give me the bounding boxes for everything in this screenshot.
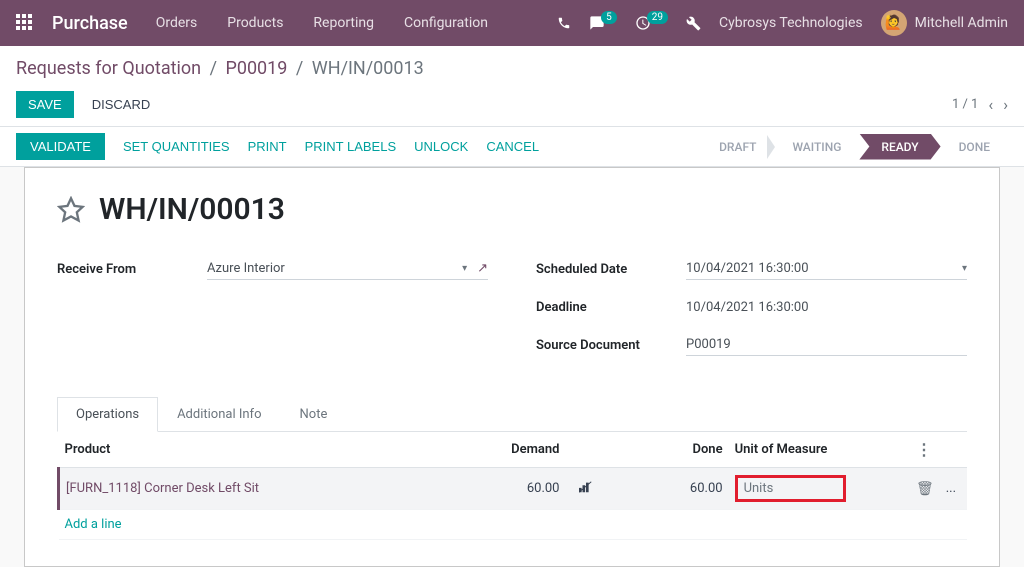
row-more[interactable]: ... [946,481,956,496]
col-demand: Demand [439,432,566,468]
menu-reporting[interactable]: Reporting [313,15,374,31]
set-quantities-button[interactable]: SET QUANTITIES [123,139,230,154]
status-draft[interactable]: DRAFT [701,134,774,160]
messages-icon[interactable]: 5 [589,15,617,31]
operations-table: Product Demand Done Unit of Measure ⋮ [F… [57,432,967,540]
add-line-button[interactable]: Add a line [59,510,968,540]
receive-from-field[interactable]: Azure Interior ▾ ↗ [207,258,488,280]
company-name[interactable]: Cybrosys Technologies [719,15,863,31]
print-button[interactable]: PRINT [248,139,287,154]
navbar-right: 5 29 Cybrosys Technologies 🙋 Mitchell Ad… [557,10,1008,36]
done-cell[interactable]: 60.00 [602,468,729,510]
deadline-value: 10/04/2021 16:30:00 [686,297,967,318]
source-doc-field[interactable]: P00019 [686,334,967,356]
messages-badge: 5 [601,11,617,24]
activities-badge: 29 [647,11,668,24]
col-uom: Unit of Measure [729,432,910,468]
main-menu: Orders Products Reporting Configuration [156,15,488,31]
app-brand[interactable]: Purchase [52,13,128,34]
breadcrumb-po[interactable]: P00019 [225,58,287,79]
external-link-icon[interactable]: ↗ [477,261,488,276]
demand-cell[interactable]: 60.00 [439,468,566,510]
activities-icon[interactable]: 29 [635,15,668,31]
user-name: Mitchell Admin [915,15,1008,31]
menu-orders[interactable]: Orders [156,15,198,31]
chevron-down-icon[interactable]: ▾ [462,263,467,274]
tab-additional-info[interactable]: Additional Info [158,397,280,432]
apps-icon[interactable] [16,14,34,32]
tab-note[interactable]: Note [281,397,347,432]
form-sheet: WH/IN/00013 Receive From Azure Interior … [24,167,1000,567]
print-labels-button[interactable]: PRINT LABELS [305,139,397,154]
col-product: Product [59,432,439,468]
debug-icon[interactable] [686,16,701,31]
user-menu[interactable]: 🙋 Mitchell Admin [881,10,1008,36]
status-ready[interactable]: READY [859,134,940,160]
status-done[interactable]: DONE [941,134,1008,160]
discard-button[interactable]: DISCARD [92,97,151,112]
scheduled-date-label: Scheduled Date [536,262,686,277]
breadcrumb-current: WH/IN/00013 [312,58,424,79]
status-waiting[interactable]: WAITING [774,134,859,160]
product-cell[interactable]: [FURN_1118] Corner Desk Left Sit [66,481,259,496]
deadline-label: Deadline [536,300,686,315]
column-options-icon[interactable]: ⋮ [916,440,932,459]
status-bar: VALIDATE SET QUANTITIES PRINT PRINT LABE… [0,127,1024,167]
col-done: Done [602,432,729,468]
chevron-down-icon[interactable]: ▾ [962,263,967,274]
uom-cell[interactable]: Units [735,475,847,502]
pager: 1 / 1 ‹ › [952,95,1008,114]
phone-icon[interactable] [557,16,571,30]
menu-products[interactable]: Products [227,15,283,31]
save-button[interactable]: SAVE [16,91,74,118]
trash-icon[interactable]: 🗑 [916,481,934,497]
receive-from-label: Receive From [57,262,207,277]
avatar: 🙋 [881,10,907,36]
forecast-icon[interactable] [579,481,593,497]
status-steps: DRAFT WAITING READY DONE [701,134,1008,160]
menu-configuration[interactable]: Configuration [404,15,488,31]
control-panel: Requests for Quotation / P00019 / WH/IN/… [0,46,1024,127]
source-doc-label: Source Document [536,338,686,353]
scheduled-date-field[interactable]: 10/04/2021 16:30:00 ▾ [686,258,967,280]
top-navbar: Purchase Orders Products Reporting Confi… [0,0,1024,46]
table-row[interactable]: [FURN_1118] Corner Desk Left Sit 60.00 6… [59,468,968,510]
pager-next-icon[interactable]: › [1003,95,1008,114]
star-icon[interactable] [57,196,85,224]
breadcrumb-rfq[interactable]: Requests for Quotation [16,58,201,79]
tabs: Operations Additional Info Note [57,397,967,432]
page-title: WH/IN/00013 [99,192,285,227]
pager-prev-icon[interactable]: ‹ [988,95,993,114]
breadcrumb: Requests for Quotation / P00019 / WH/IN/… [16,58,1008,79]
validate-button[interactable]: VALIDATE [16,133,105,160]
tab-operations[interactable]: Operations [57,397,158,432]
cancel-button[interactable]: CANCEL [486,139,539,154]
pager-text: 1 / 1 [952,97,978,112]
unlock-button[interactable]: UNLOCK [414,139,468,154]
